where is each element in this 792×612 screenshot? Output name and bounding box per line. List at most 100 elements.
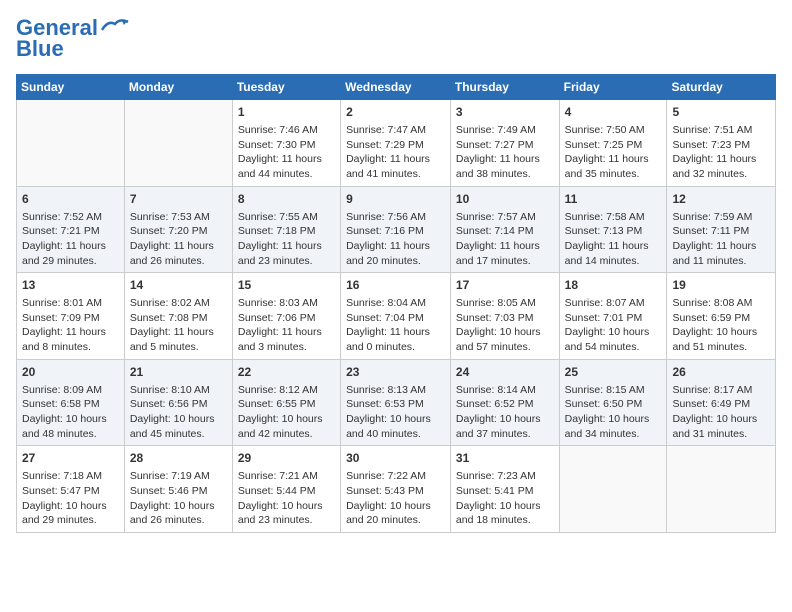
- daylight-text: Daylight: 10 hours and 23 minutes.: [238, 499, 335, 528]
- sunrise-text: Sunrise: 8:02 AM: [130, 296, 227, 311]
- daylight-text: Daylight: 10 hours and 37 minutes.: [456, 412, 554, 441]
- sunrise-text: Sunrise: 7:47 AM: [346, 123, 445, 138]
- day-number: 27: [22, 450, 119, 467]
- sunset-text: Sunset: 7:25 PM: [565, 138, 662, 153]
- sunset-text: Sunset: 5:43 PM: [346, 484, 445, 499]
- calendar-cell: 30Sunrise: 7:22 AMSunset: 5:43 PMDayligh…: [341, 446, 451, 533]
- sunrise-text: Sunrise: 8:13 AM: [346, 383, 445, 398]
- daylight-text: Daylight: 11 hours and 20 minutes.: [346, 239, 445, 268]
- calendar-header-row: SundayMondayTuesdayWednesdayThursdayFrid…: [17, 75, 776, 100]
- sunset-text: Sunset: 7:29 PM: [346, 138, 445, 153]
- sunrise-text: Sunrise: 8:09 AM: [22, 383, 119, 398]
- calendar-week-row: 1Sunrise: 7:46 AMSunset: 7:30 PMDaylight…: [17, 100, 776, 187]
- day-number: 17: [456, 277, 554, 294]
- weekday-header-monday: Monday: [124, 75, 232, 100]
- daylight-text: Daylight: 10 hours and 18 minutes.: [456, 499, 554, 528]
- calendar-cell: 20Sunrise: 8:09 AMSunset: 6:58 PMDayligh…: [17, 359, 125, 446]
- sunrise-text: Sunrise: 7:23 AM: [456, 469, 554, 484]
- weekday-header-friday: Friday: [559, 75, 667, 100]
- day-number: 5: [672, 104, 770, 121]
- calendar-cell: 8Sunrise: 7:55 AMSunset: 7:18 PMDaylight…: [232, 186, 340, 273]
- sunrise-text: Sunrise: 8:08 AM: [672, 296, 770, 311]
- calendar-cell: 3Sunrise: 7:49 AMSunset: 7:27 PMDaylight…: [450, 100, 559, 187]
- sunrise-text: Sunrise: 7:22 AM: [346, 469, 445, 484]
- calendar-week-row: 20Sunrise: 8:09 AMSunset: 6:58 PMDayligh…: [17, 359, 776, 446]
- sunset-text: Sunset: 7:21 PM: [22, 224, 119, 239]
- calendar-cell: 17Sunrise: 8:05 AMSunset: 7:03 PMDayligh…: [450, 273, 559, 360]
- sunset-text: Sunset: 7:18 PM: [238, 224, 335, 239]
- sunrise-text: Sunrise: 8:10 AM: [130, 383, 227, 398]
- sunrise-text: Sunrise: 7:46 AM: [238, 123, 335, 138]
- daylight-text: Daylight: 11 hours and 38 minutes.: [456, 152, 554, 181]
- daylight-text: Daylight: 10 hours and 48 minutes.: [22, 412, 119, 441]
- calendar-cell: [17, 100, 125, 187]
- day-number: 23: [346, 364, 445, 381]
- sunrise-text: Sunrise: 8:17 AM: [672, 383, 770, 398]
- day-number: 14: [130, 277, 227, 294]
- sunset-text: Sunset: 7:13 PM: [565, 224, 662, 239]
- day-number: 9: [346, 191, 445, 208]
- sunrise-text: Sunrise: 7:55 AM: [238, 210, 335, 225]
- calendar-cell: 4Sunrise: 7:50 AMSunset: 7:25 PMDaylight…: [559, 100, 667, 187]
- sunrise-text: Sunrise: 7:21 AM: [238, 469, 335, 484]
- day-number: 6: [22, 191, 119, 208]
- sunset-text: Sunset: 7:06 PM: [238, 311, 335, 326]
- daylight-text: Daylight: 10 hours and 26 minutes.: [130, 499, 227, 528]
- sunrise-text: Sunrise: 7:53 AM: [130, 210, 227, 225]
- day-number: 2: [346, 104, 445, 121]
- day-number: 24: [456, 364, 554, 381]
- sunrise-text: Sunrise: 8:12 AM: [238, 383, 335, 398]
- day-number: 10: [456, 191, 554, 208]
- sunset-text: Sunset: 6:49 PM: [672, 397, 770, 412]
- calendar-cell: [667, 446, 776, 533]
- sunrise-text: Sunrise: 8:01 AM: [22, 296, 119, 311]
- day-number: 19: [672, 277, 770, 294]
- sunrise-text: Sunrise: 7:56 AM: [346, 210, 445, 225]
- day-number: 30: [346, 450, 445, 467]
- calendar-cell: [124, 100, 232, 187]
- sunset-text: Sunset: 7:09 PM: [22, 311, 119, 326]
- calendar-cell: 28Sunrise: 7:19 AMSunset: 5:46 PMDayligh…: [124, 446, 232, 533]
- day-number: 29: [238, 450, 335, 467]
- daylight-text: Daylight: 10 hours and 29 minutes.: [22, 499, 119, 528]
- calendar-body: 1Sunrise: 7:46 AMSunset: 7:30 PMDaylight…: [17, 100, 776, 533]
- sunset-text: Sunset: 7:11 PM: [672, 224, 770, 239]
- daylight-text: Daylight: 10 hours and 54 minutes.: [565, 325, 662, 354]
- calendar-cell: 31Sunrise: 7:23 AMSunset: 5:41 PMDayligh…: [450, 446, 559, 533]
- calendar-cell: 27Sunrise: 7:18 AMSunset: 5:47 PMDayligh…: [17, 446, 125, 533]
- calendar-cell: 29Sunrise: 7:21 AMSunset: 5:44 PMDayligh…: [232, 446, 340, 533]
- logo: General Blue: [16, 16, 130, 62]
- sunrise-text: Sunrise: 8:07 AM: [565, 296, 662, 311]
- sunrise-text: Sunrise: 7:59 AM: [672, 210, 770, 225]
- day-number: 3: [456, 104, 554, 121]
- calendar-cell: 21Sunrise: 8:10 AMSunset: 6:56 PMDayligh…: [124, 359, 232, 446]
- logo-bird-icon: [100, 16, 130, 36]
- sunset-text: Sunset: 5:46 PM: [130, 484, 227, 499]
- calendar-cell: 24Sunrise: 8:14 AMSunset: 6:52 PMDayligh…: [450, 359, 559, 446]
- day-number: 28: [130, 450, 227, 467]
- calendar-cell: 16Sunrise: 8:04 AMSunset: 7:04 PMDayligh…: [341, 273, 451, 360]
- daylight-text: Daylight: 11 hours and 32 minutes.: [672, 152, 770, 181]
- daylight-text: Daylight: 10 hours and 40 minutes.: [346, 412, 445, 441]
- day-number: 8: [238, 191, 335, 208]
- daylight-text: Daylight: 10 hours and 34 minutes.: [565, 412, 662, 441]
- calendar-cell: 18Sunrise: 8:07 AMSunset: 7:01 PMDayligh…: [559, 273, 667, 360]
- day-number: 7: [130, 191, 227, 208]
- calendar-week-row: 6Sunrise: 7:52 AMSunset: 7:21 PMDaylight…: [17, 186, 776, 273]
- sunset-text: Sunset: 7:16 PM: [346, 224, 445, 239]
- sunrise-text: Sunrise: 8:03 AM: [238, 296, 335, 311]
- sunset-text: Sunset: 6:53 PM: [346, 397, 445, 412]
- calendar-cell: 1Sunrise: 7:46 AMSunset: 7:30 PMDaylight…: [232, 100, 340, 187]
- daylight-text: Daylight: 11 hours and 8 minutes.: [22, 325, 119, 354]
- daylight-text: Daylight: 11 hours and 14 minutes.: [565, 239, 662, 268]
- sunset-text: Sunset: 6:56 PM: [130, 397, 227, 412]
- sunset-text: Sunset: 6:59 PM: [672, 311, 770, 326]
- daylight-text: Daylight: 10 hours and 51 minutes.: [672, 325, 770, 354]
- sunrise-text: Sunrise: 7:49 AM: [456, 123, 554, 138]
- sunrise-text: Sunrise: 7:57 AM: [456, 210, 554, 225]
- daylight-text: Daylight: 10 hours and 45 minutes.: [130, 412, 227, 441]
- sunset-text: Sunset: 5:47 PM: [22, 484, 119, 499]
- sunset-text: Sunset: 7:08 PM: [130, 311, 227, 326]
- day-number: 22: [238, 364, 335, 381]
- daylight-text: Daylight: 11 hours and 29 minutes.: [22, 239, 119, 268]
